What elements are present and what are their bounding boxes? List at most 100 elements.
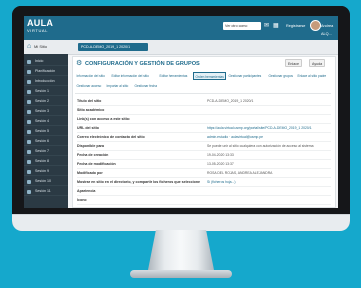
sidebar-item[interactable]: Introducción bbox=[24, 77, 68, 86]
sidebar-item-label: Sesión 3 bbox=[35, 109, 49, 113]
help-button[interactable]: Ayuda bbox=[309, 59, 326, 67]
tool-icon bbox=[27, 169, 31, 174]
row-label: URL del sitio bbox=[77, 126, 99, 130]
tool-icon bbox=[27, 69, 31, 74]
logo-subtitle: VIRTUAL bbox=[27, 28, 49, 33]
sidebar-item-label: Introducción bbox=[35, 79, 55, 83]
logo[interactable]: AULA bbox=[27, 19, 53, 28]
sidebar-item-label: Sesión 6 bbox=[35, 139, 49, 143]
sidebar-item-label: Sesión 4 bbox=[35, 119, 49, 123]
bell-icon[interactable]: ✉ bbox=[264, 22, 269, 30]
site-info-card: ⚙ CONFIGURACIÓN Y GESTIÓN DE GRUPOS Enla… bbox=[72, 56, 336, 208]
table-row: Fecha de creación 19-04-2020 13:33 bbox=[77, 151, 331, 160]
table-row: Apariencia bbox=[77, 187, 331, 196]
sidebar-item[interactable]: Sesión 11 bbox=[24, 187, 68, 196]
tool-icon bbox=[27, 179, 31, 184]
sidebar-item-label: Sesión 8 bbox=[35, 159, 49, 163]
table-row: Icono bbox=[77, 196, 331, 205]
tool-icon bbox=[27, 149, 31, 154]
tab-edit-tools[interactable]: Editar herramientas bbox=[158, 72, 189, 80]
tab-manage-dates[interactable]: Gestionar fecha bbox=[133, 82, 159, 90]
tool-icon bbox=[27, 109, 31, 114]
sidebar-item-label: Sesión 11 bbox=[35, 189, 51, 193]
tool-icon bbox=[27, 189, 31, 194]
table-row: Link(s) con acceso a este sitio: bbox=[77, 115, 331, 124]
sidebar-item[interactable]: Sesión 8 bbox=[24, 157, 68, 166]
table-row: Mostrar en sitio en el directorio, y com… bbox=[77, 178, 331, 187]
apps-grid-icon[interactable]: ▦ bbox=[273, 22, 279, 30]
row-value: Se puede unir al sitio cualquiera con au… bbox=[207, 144, 314, 148]
divider bbox=[75, 93, 331, 94]
tab-manage-participants[interactable]: Gestionar participantes bbox=[227, 72, 263, 80]
sidebar-item[interactable]: Inicio bbox=[24, 57, 68, 66]
register-link[interactable]: Registrarse bbox=[286, 22, 305, 30]
role-select[interactable]: Ver otro como bbox=[223, 22, 261, 30]
sidebar-item-label: Sesión 10 bbox=[35, 179, 51, 183]
tool-icon bbox=[27, 79, 31, 84]
sidebar-item[interactable]: Sesión 2 bbox=[24, 97, 68, 106]
sidebar-item[interactable]: Sesión 7 bbox=[24, 147, 68, 156]
sidebar-item-label: Sesión 9 bbox=[35, 169, 49, 173]
row-label: Fecha de modificación bbox=[77, 162, 116, 166]
monitor-stand-neck bbox=[148, 230, 214, 270]
gear-icon: ⚙ bbox=[76, 60, 83, 67]
sidebar-item[interactable]: Sesión 5 bbox=[24, 127, 68, 136]
my-site-label[interactable]: Mi Sitio bbox=[34, 44, 47, 50]
row-value: 13-05-2020 13:37 bbox=[207, 162, 234, 166]
sidebar-item[interactable]: Sesión 4 bbox=[24, 117, 68, 126]
sidebar-item-label: Sesión 5 bbox=[35, 129, 49, 133]
row-label: Disponible para bbox=[77, 144, 104, 148]
tab-import-site[interactable]: Importar al sitio bbox=[105, 82, 130, 90]
sidebar-item[interactable]: Sesión 1 bbox=[24, 87, 68, 96]
site-nav-bar: ⌂ Mi Sitio PCD-A-DEMO_2019_1 2020/1 bbox=[24, 40, 338, 55]
row-value: ROSA DEL ROJAS, ANDREA ALEJANDRA bbox=[207, 171, 273, 175]
sidebar: Inicio Planificación Introducción Sesión… bbox=[24, 54, 68, 208]
page-title: CONFIGURACIÓN Y GESTIÓN DE GRUPOS bbox=[85, 61, 200, 67]
table-row: URL del sitio https://aula.virtual.usmp.o… bbox=[77, 124, 331, 133]
table-row: Disponible para Se puede unir al sitio cu… bbox=[77, 142, 331, 151]
row-label: Correo electrónico de contacto del sitio bbox=[77, 135, 145, 139]
tab-site-info[interactable]: Información del sitio bbox=[75, 72, 106, 80]
tool-icon bbox=[27, 89, 31, 94]
table-row: Modificado por ROSA DEL ROJAS, ANDREA ALE… bbox=[77, 169, 331, 178]
contact-email-link[interactable]: admin.estudio · aulavirtual@usmp.pe bbox=[207, 133, 263, 141]
sidebar-item-label: Sesión 2 bbox=[35, 99, 49, 103]
monitor-chin bbox=[12, 214, 350, 231]
row-label: Título del sitio bbox=[77, 99, 102, 103]
tab-tool-order[interactable]: Orden herramientas bbox=[193, 72, 227, 80]
sidebar-item[interactable]: Sesión 3 bbox=[24, 107, 68, 116]
sidebar-item-label: Planificación bbox=[35, 69, 56, 73]
row-value: 19-04-2020 13:33 bbox=[207, 153, 234, 157]
table-row: Sitio académico bbox=[77, 106, 331, 115]
site-url-link[interactable]: https://aula.virtual.usmp.org/portal/sit… bbox=[207, 124, 312, 132]
row-value: PCD-A-DEMO_2019_1 2020/1 bbox=[207, 99, 254, 103]
sidebar-item[interactable]: Sesión 9 bbox=[24, 167, 68, 176]
tab-manage-groups[interactable]: Gestionar grupos bbox=[267, 72, 294, 80]
tool-icon bbox=[27, 159, 31, 164]
tool-icon bbox=[27, 119, 31, 124]
sidebar-item[interactable]: Planificación bbox=[24, 67, 68, 76]
row-value[interactable]: Sí (ficheros hoja...) bbox=[207, 178, 235, 186]
home-icon[interactable]: ⌂ bbox=[27, 43, 31, 51]
sidebar-item[interactable]: Sesión 10 bbox=[24, 177, 68, 186]
course-select[interactable]: PCD-A-DEMO_2019_1 2020/1 bbox=[78, 43, 148, 51]
row-label: Icono bbox=[77, 198, 87, 202]
tool-icon bbox=[27, 129, 31, 134]
top-nav: AULA VIRTUAL Ver otro como ✉ ▦ Registrar… bbox=[24, 16, 338, 40]
row-label: Modificado por bbox=[77, 171, 103, 175]
row-label: Apariencia bbox=[77, 189, 96, 193]
user-name[interactable]: Andrea ALQ... bbox=[321, 22, 338, 38]
tab-parent-site-link[interactable]: Enlace al sitio padre bbox=[296, 72, 328, 80]
link-button[interactable]: Enlace bbox=[285, 59, 302, 67]
tab-edit-site-info[interactable]: Editar información del sitio bbox=[110, 72, 150, 80]
table-row: Fecha de modificación 13-05-2020 13:37 bbox=[77, 160, 331, 169]
avatar[interactable] bbox=[310, 20, 321, 31]
row-label: Fecha de creación bbox=[77, 153, 109, 157]
table-row: Correo electrónico de contacto del sitio… bbox=[77, 133, 331, 142]
sidebar-item-label: Sesión 1 bbox=[35, 89, 49, 93]
tab-manage-access[interactable]: Gestionar acceso bbox=[75, 82, 103, 90]
row-label: Sitio académico bbox=[77, 108, 105, 112]
monitor-stand-base bbox=[130, 270, 232, 278]
sidebar-item[interactable]: Sesión 6 bbox=[24, 137, 68, 146]
sidebar-item-label: Inicio bbox=[35, 59, 44, 63]
